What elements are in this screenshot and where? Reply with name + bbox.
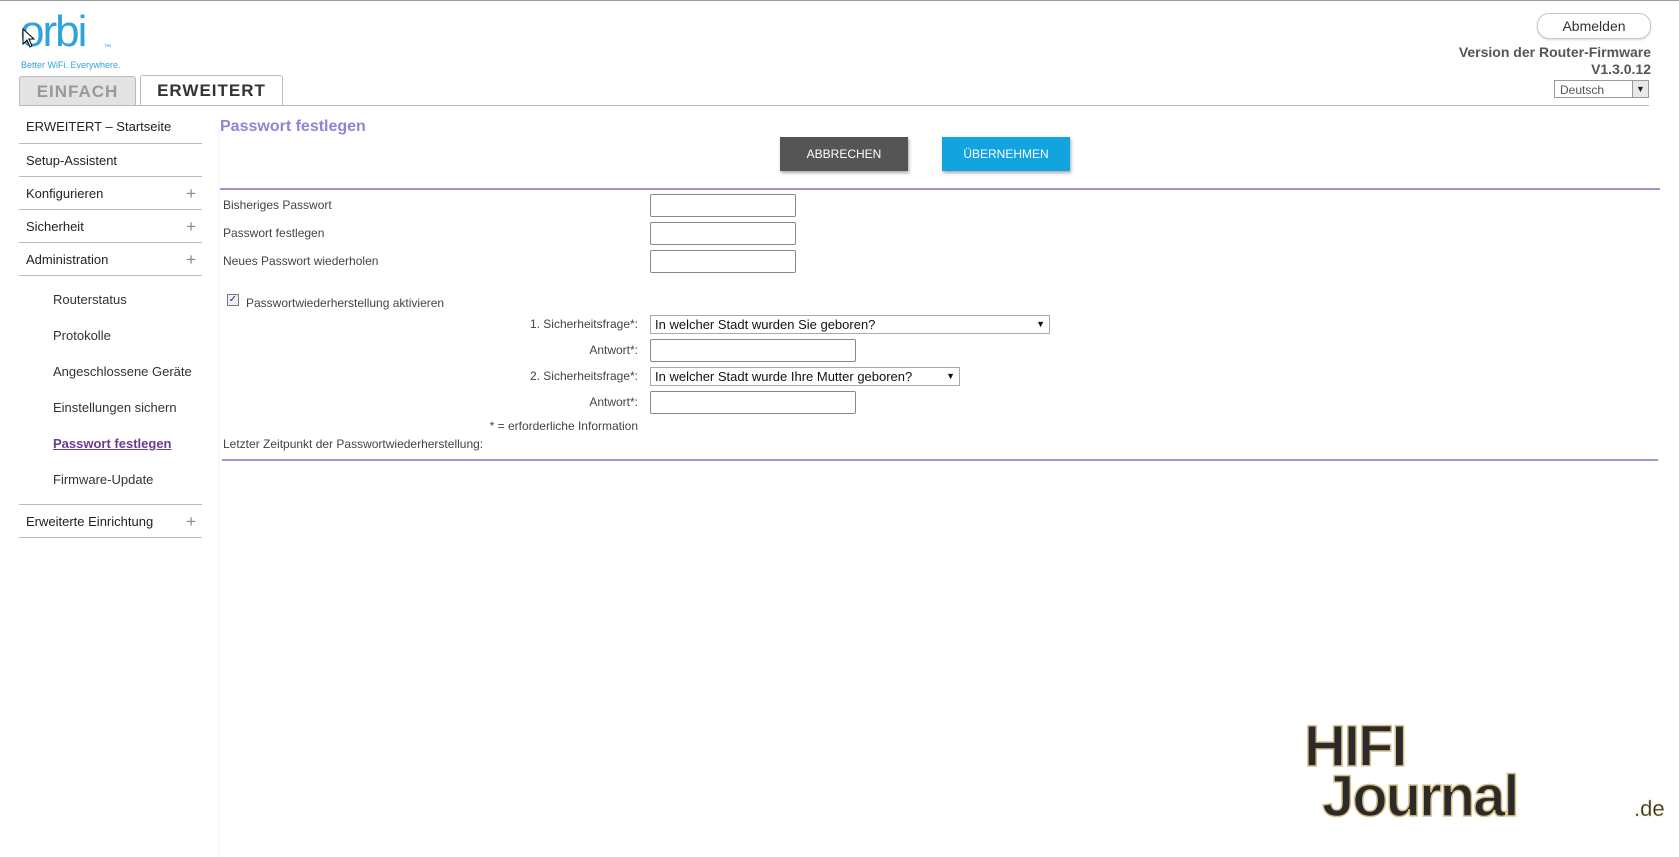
administration-submenu: Routerstatus Protokolle Angeschlossene G… (19, 276, 202, 505)
tab-divider (19, 105, 1649, 106)
logout-button[interactable]: Abmelden (1537, 13, 1651, 39)
section-divider-bottom (222, 459, 1658, 461)
sidebar-subitem-router-status[interactable]: Routerstatus (19, 282, 202, 318)
sidebar-subitem-set-password[interactable]: Passwort festlegen (19, 426, 202, 462)
top-border (0, 0, 1679, 1)
language-selected-value: Deutsch (1560, 83, 1605, 97)
sidebar-item-label: Administration (26, 252, 109, 267)
apply-button[interactable]: ÜBERNEHMEN (942, 137, 1070, 171)
orbi-logo[interactable]: orbi ™ Better WiFi. Everywhere. (20, 7, 130, 72)
expand-plus-icon[interactable]: + (186, 177, 196, 210)
sidebar-item-setup-wizard[interactable]: Setup-Assistent (19, 144, 202, 177)
expand-plus-icon[interactable]: + (186, 505, 196, 538)
sidebar-subitem-attached-devices[interactable]: Angeschlossene Geräte (19, 354, 202, 390)
sidebar-subitem-backup-settings[interactable]: Einstellungen sichern (19, 390, 202, 426)
answer-1-input[interactable] (650, 339, 856, 362)
answer-2-input[interactable] (650, 391, 856, 414)
dropdown-arrow-icon: ▼ (1036, 319, 1045, 329)
required-note: * = erforderliche Information (489, 419, 638, 433)
sidebar-item-label: Sicherheit (26, 219, 84, 234)
sidebar-item-label: Setup-Assistent (26, 153, 118, 168)
recovery-checkbox[interactable]: ✓ (227, 294, 239, 306)
logo-wordmark: orbi (20, 7, 87, 56)
dropdown-arrow-icon: ▼ (946, 371, 955, 381)
language-select[interactable]: Deutsch ▼ (1554, 80, 1649, 98)
sidebar-item-advanced-home[interactable]: ERWEITERT – Startseite (19, 110, 202, 144)
sidebar: ERWEITERT – Startseite Setup-Assistent K… (19, 110, 202, 538)
tab-einfach[interactable]: EINFACH (19, 76, 136, 105)
sidebar-item-security[interactable]: Sicherheit + (19, 210, 202, 243)
repeat-password-label: Neues Passwort wiederholen (223, 254, 379, 268)
sidebar-item-label: Erweiterte Einrichtung (26, 514, 154, 529)
security-question-1-select[interactable]: In welcher Stadt wurden Sie geboren? ▼ (650, 315, 1050, 334)
sidebar-subitem-logs[interactable]: Protokolle (19, 318, 202, 354)
hifi-journal-watermark: HIFI Journal .de (1303, 716, 1665, 826)
security-question-1-label: 1. Sicherheitsfrage*: (529, 317, 638, 331)
old-password-label: Bisheriges Passwort (223, 198, 332, 212)
new-password-label: Passwort festlegen (223, 226, 325, 240)
security-question-2-label: 2. Sicherheitsfrage*: (529, 369, 638, 383)
expand-plus-icon[interactable]: + (186, 210, 196, 243)
expand-plus-icon[interactable]: + (186, 243, 196, 276)
old-password-input[interactable] (650, 194, 796, 217)
repeat-password-input[interactable] (650, 250, 796, 273)
watermark-part2: Journal (1322, 764, 1518, 826)
watermark-suffix: .de (1634, 796, 1665, 821)
new-password-input[interactable] (650, 222, 796, 245)
sidebar-item-label: Konfigurieren (26, 186, 104, 201)
last-recovery-label: Letzter Zeitpunkt der Passwortwiederhers… (223, 437, 484, 451)
firmware-label: Version der Router-Firmware (1458, 44, 1651, 60)
firmware-version: V1.3.0.12 (1591, 61, 1651, 77)
logo-tagline: Better WiFi. Everywhere. (21, 60, 121, 70)
sidebar-item-configure[interactable]: Konfigurieren + (19, 177, 202, 210)
dropdown-arrow-icon[interactable]: ▼ (1632, 81, 1648, 97)
sidebar-item-label: ERWEITERT – Startseite (26, 119, 172, 134)
security-question-2-select[interactable]: In welcher Stadt wurde Ihre Mutter gebor… (650, 367, 960, 386)
logo-trademark: ™ (104, 44, 111, 51)
answer-1-label: Antwort*: (589, 343, 638, 357)
security-question-2-value: In welcher Stadt wurde Ihre Mutter gebor… (655, 369, 913, 384)
mouse-cursor-icon (22, 28, 36, 48)
tab-erweitert[interactable]: ERWEITERT (140, 75, 283, 106)
security-question-1-value: In welcher Stadt wurden Sie geboren? (655, 317, 876, 332)
sidebar-subitem-firmware-update[interactable]: Firmware-Update (19, 462, 202, 498)
answer-2-label: Antwort*: (589, 395, 638, 409)
section-divider-top (220, 188, 1660, 190)
recovery-checkbox-label: Passwortwiederherstellung aktivieren (246, 296, 445, 310)
sidebar-item-administration[interactable]: Administration + (19, 243, 202, 276)
page-title: Passwort festlegen (220, 118, 366, 135)
cancel-button[interactable]: ABBRECHEN (780, 137, 908, 171)
sidebar-item-advanced-setup[interactable]: Erweiterte Einrichtung + (19, 505, 202, 538)
